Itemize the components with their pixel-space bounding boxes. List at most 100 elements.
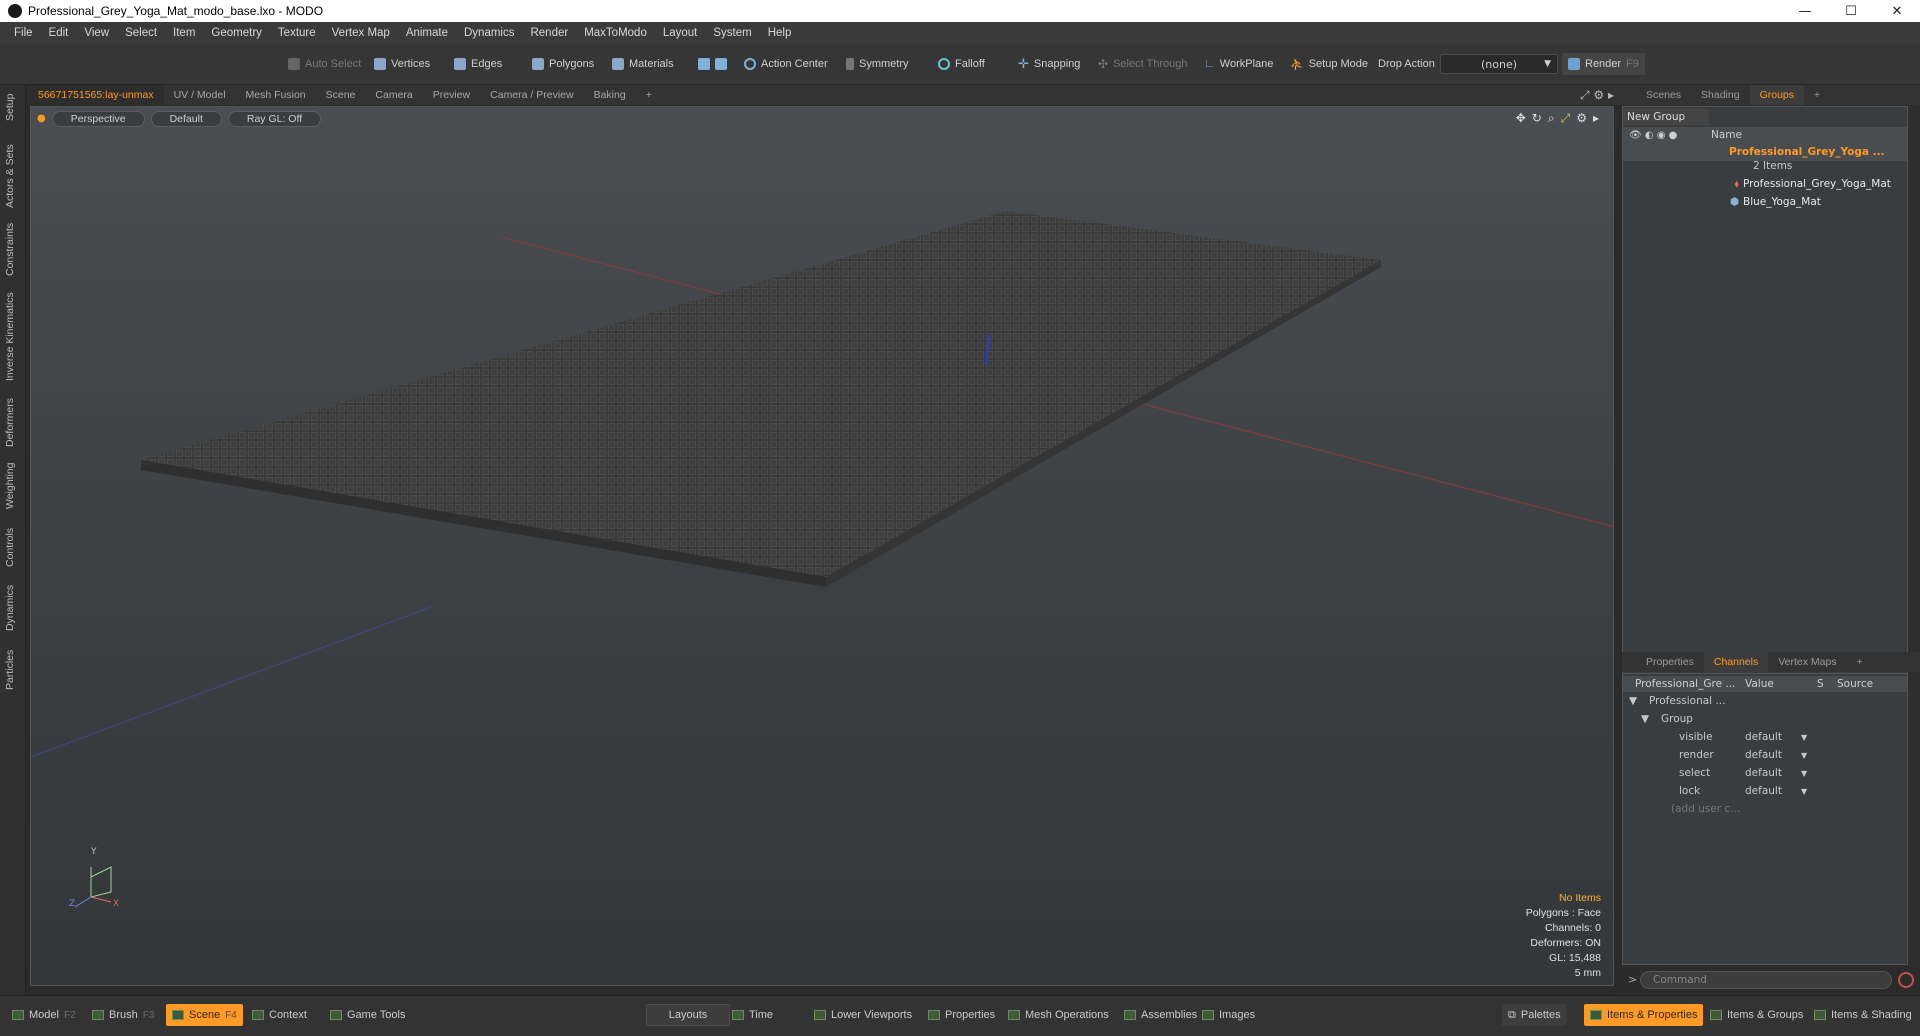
channel-row[interactable]: visible default ▼	[1623, 728, 1907, 746]
add-channel-tab-button[interactable]: +	[1847, 652, 1873, 672]
zoom-icon[interactable]: ⌕	[1548, 111, 1555, 126]
shading-mode-button[interactable]: Default	[150, 111, 222, 127]
snapping-button[interactable]: ✛ Snapping	[1012, 53, 1086, 75]
select-through-button[interactable]: ✣ Select Through	[1092, 53, 1193, 75]
close-button[interactable]: ✕	[1874, 0, 1920, 22]
tab-setup[interactable]: Setup	[4, 89, 22, 125]
item-mode-button[interactable]	[692, 53, 733, 75]
tab-particles[interactable]: Particles	[4, 645, 22, 695]
palettes-button[interactable]: ⧉ Palettes	[1502, 1004, 1567, 1026]
pan-icon[interactable]: ✥	[1516, 111, 1526, 126]
menu-dynamics[interactable]: Dynamics	[456, 27, 522, 39]
channel-root-row[interactable]: ▼ Professional ...	[1623, 692, 1907, 710]
tab-properties[interactable]: Properties	[1636, 652, 1704, 672]
tab-deformers[interactable]: Deformers	[4, 395, 22, 449]
images-button[interactable]: Images	[1196, 1004, 1261, 1026]
expand-triangle-icon[interactable]: ▼	[1623, 713, 1661, 725]
falloff-button[interactable]: Falloff	[932, 53, 991, 75]
menu-vertex-map[interactable]: Vertex Map	[324, 27, 398, 39]
menu-view[interactable]: View	[76, 27, 117, 39]
menu-render[interactable]: Render	[522, 27, 576, 39]
mesh-operations-button[interactable]: Mesh Operations	[1002, 1004, 1115, 1026]
viewport-menu-icon[interactable]: ●	[37, 113, 46, 127]
menu-file[interactable]: File	[6, 27, 41, 39]
channel-row[interactable]: select default ▼	[1623, 764, 1907, 782]
context-layout-button[interactable]: Context	[246, 1004, 313, 1026]
menu-select[interactable]: Select	[117, 27, 165, 39]
tab-vertex-maps[interactable]: Vertex Maps	[1768, 652, 1846, 672]
tab-shading[interactable]: Shading	[1691, 85, 1750, 105]
assemblies-button[interactable]: Assemblies	[1118, 1004, 1203, 1026]
chevron-down-icon[interactable]: ▼	[1801, 751, 1807, 760]
new-group-button[interactable]: New Group	[1623, 109, 1709, 125]
lower-viewports-button[interactable]: Lower Viewports	[808, 1004, 918, 1026]
tab-camera[interactable]: Camera	[365, 85, 422, 105]
scene-layout-button[interactable]: Scene F4	[166, 1004, 243, 1026]
3d-viewport[interactable]: Y Z X ● Perspective Default Ray GL: Off …	[30, 106, 1614, 986]
menu-item[interactable]: Item	[165, 27, 203, 39]
expand-triangle-icon[interactable]: ▼	[1623, 695, 1649, 707]
time-button[interactable]: Time	[726, 1004, 779, 1026]
items-groups-button[interactable]: Items & Groups	[1704, 1004, 1809, 1026]
tab-camera-preview[interactable]: Camera / Preview	[480, 85, 583, 105]
list-item[interactable]: ⬧ Professional_Grey_Yoga_Mat	[1623, 175, 1907, 193]
layouts-button[interactable]: Layouts	[646, 1004, 730, 1026]
symmetry-button[interactable]: Symmetry	[840, 53, 915, 75]
viewport-expand-icon[interactable]: ▸	[1593, 111, 1599, 126]
view-type-button[interactable]: Perspective	[51, 111, 145, 127]
menu-geometry[interactable]: Geometry	[203, 27, 270, 39]
materials-button[interactable]: Materials	[606, 53, 680, 75]
tab-mesh-fusion[interactable]: Mesh Fusion	[236, 85, 316, 105]
tab-scene[interactable]: Scene	[316, 85, 366, 105]
menu-layout[interactable]: Layout	[655, 27, 706, 39]
menu-edit[interactable]: Edit	[41, 27, 77, 39]
maximize-button[interactable]: ☐	[1828, 0, 1874, 22]
viewport-settings-icon[interactable]: ⚙	[1576, 111, 1587, 126]
tab-dynamics[interactable]: Dynamics	[4, 581, 22, 635]
tab-inverse-kinematics[interactable]: Inverse Kinematics	[4, 289, 22, 385]
minimize-button[interactable]: —	[1782, 0, 1828, 22]
menu-system[interactable]: System	[705, 27, 759, 39]
render-button[interactable]: Render F9	[1562, 53, 1645, 75]
add-user-channel-row[interactable]: (add user c...	[1623, 800, 1907, 818]
brush-layout-button[interactable]: Brush F3	[86, 1004, 160, 1026]
add-panel-tab-button[interactable]: +	[1804, 85, 1830, 105]
chevron-down-icon[interactable]: ▼	[1801, 787, 1807, 796]
tab-preview[interactable]: Preview	[423, 85, 480, 105]
tab-weighting[interactable]: Weighting	[4, 459, 22, 513]
tab-scenes[interactable]: Scenes	[1636, 85, 1691, 105]
tab-lay-unmax[interactable]: 56671751565:lay-unmax	[28, 85, 164, 105]
chevron-down-icon[interactable]: ▼	[1801, 733, 1807, 742]
tab-constraints[interactable]: Constraints	[4, 219, 22, 279]
auto-select-button[interactable]: Auto Select	[282, 53, 367, 75]
setup-mode-button[interactable]: ⛹ Setup Mode	[1284, 53, 1374, 75]
tab-groups[interactable]: Groups	[1749, 85, 1805, 105]
edges-button[interactable]: Edges	[448, 53, 508, 75]
list-item[interactable]: ⬢ Blue_Yoga_Mat	[1623, 193, 1907, 211]
menu-animate[interactable]: Animate	[398, 27, 456, 39]
add-tab-button[interactable]: +	[636, 85, 662, 105]
game-tools-layout-button[interactable]: Game Tools	[324, 1004, 412, 1026]
menu-help[interactable]: Help	[760, 27, 800, 39]
tab-channels[interactable]: Channels	[1703, 652, 1769, 672]
raygl-button[interactable]: Ray GL: Off	[227, 111, 322, 127]
action-center-button[interactable]: Action Center	[738, 53, 834, 75]
record-icon[interactable]	[1898, 972, 1914, 988]
channel-row[interactable]: lock default ▼	[1623, 782, 1907, 800]
items-shading-button[interactable]: Items & Shading	[1808, 1004, 1918, 1026]
properties-button[interactable]: Properties	[922, 1004, 1001, 1026]
workplane-button[interactable]: ∟ WorkPlane	[1198, 53, 1279, 75]
menu-texture[interactable]: Texture	[270, 27, 324, 39]
chevron-down-icon[interactable]: ▼	[1801, 769, 1807, 778]
items-properties-button[interactable]: Items & Properties	[1584, 1004, 1704, 1026]
tab-uv-model[interactable]: UV / Model	[164, 85, 236, 105]
polygons-button[interactable]: Polygons	[526, 53, 600, 75]
tab-actors-sets[interactable]: Actors & Sets	[4, 141, 22, 211]
model-layout-button[interactable]: Model F2	[6, 1004, 82, 1026]
drop-action-dropdown[interactable]: (none) ▼	[1440, 54, 1558, 74]
channel-group-row[interactable]: ▼ Group	[1623, 710, 1907, 728]
menu-maxtomodo[interactable]: MaxToModo	[576, 27, 655, 39]
channel-row[interactable]: render default ▼	[1623, 746, 1907, 764]
tab-controls[interactable]: Controls	[4, 523, 22, 571]
viewport-options-icon[interactable]: ⤢ ⚙ ▸	[1580, 88, 1614, 103]
